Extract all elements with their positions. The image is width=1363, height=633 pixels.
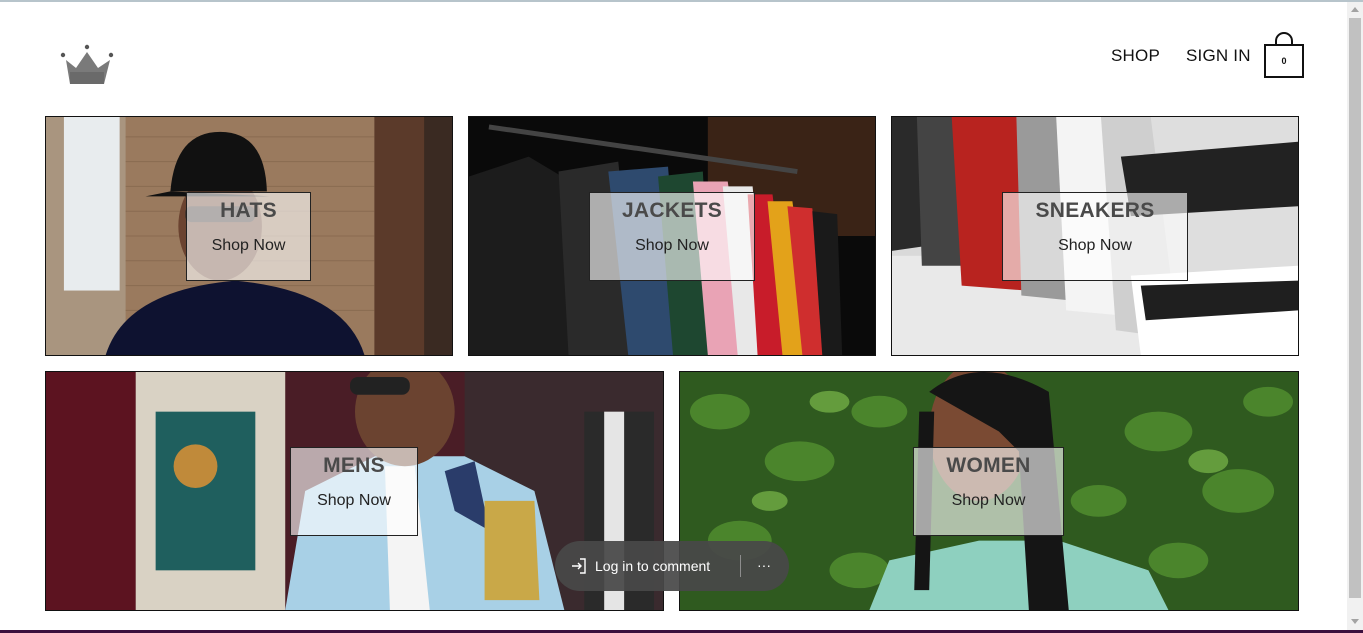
nav-shop-link[interactable]: SHOP <box>1111 46 1160 66</box>
sign-in-icon <box>572 558 586 574</box>
category-title: HATS <box>220 199 277 222</box>
top-border <box>0 0 1363 2</box>
more-options-icon[interactable]: ··· <box>751 553 777 579</box>
scrollbar-thumb[interactable] <box>1349 18 1361 598</box>
category-title: SNEAKERS <box>1035 199 1155 222</box>
shop-now-link[interactable]: Shop Now <box>291 492 417 510</box>
category-label-women: WOMEN Shop Now <box>913 447 1064 536</box>
category-label-jackets: JACKETS Shop Now <box>589 192 755 281</box>
scroll-down-arrow-icon[interactable] <box>1351 619 1359 624</box>
nav-sign-in-link[interactable]: SIGN IN <box>1186 46 1251 66</box>
divider <box>740 555 741 577</box>
category-tile-jackets[interactable]: JACKETS Shop Now <box>468 116 876 356</box>
category-title: MENS <box>323 454 385 477</box>
category-tile-sneakers[interactable]: SNEAKERS Shop Now <box>891 116 1299 356</box>
shop-now-link[interactable]: Shop Now <box>590 237 754 255</box>
log-in-to-comment-label: Log in to comment <box>595 558 711 574</box>
category-title: WOMEN <box>946 454 1031 477</box>
shop-now-link[interactable]: Shop Now <box>187 237 310 255</box>
vertical-scrollbar[interactable] <box>1347 2 1363 630</box>
category-label-mens: MENS Shop Now <box>290 447 418 536</box>
category-label-hats: HATS Shop Now <box>186 192 311 281</box>
scroll-up-arrow-icon[interactable] <box>1351 7 1359 12</box>
cart-button[interactable]: 0 <box>1262 32 1306 80</box>
category-title: JACKETS <box>621 199 723 222</box>
cart-count: 0 <box>1281 56 1287 66</box>
crown-icon[interactable] <box>58 42 116 88</box>
category-label-sneakers: SNEAKERS Shop Now <box>1002 192 1188 281</box>
comment-bar: Log in to comment ··· <box>555 541 789 591</box>
log-in-to-comment-button[interactable]: Log in to comment <box>569 541 739 591</box>
shop-now-link[interactable]: Shop Now <box>1003 237 1187 255</box>
shop-now-link[interactable]: Shop Now <box>914 492 1063 510</box>
category-tile-hats[interactable]: HATS Shop Now <box>45 116 453 356</box>
